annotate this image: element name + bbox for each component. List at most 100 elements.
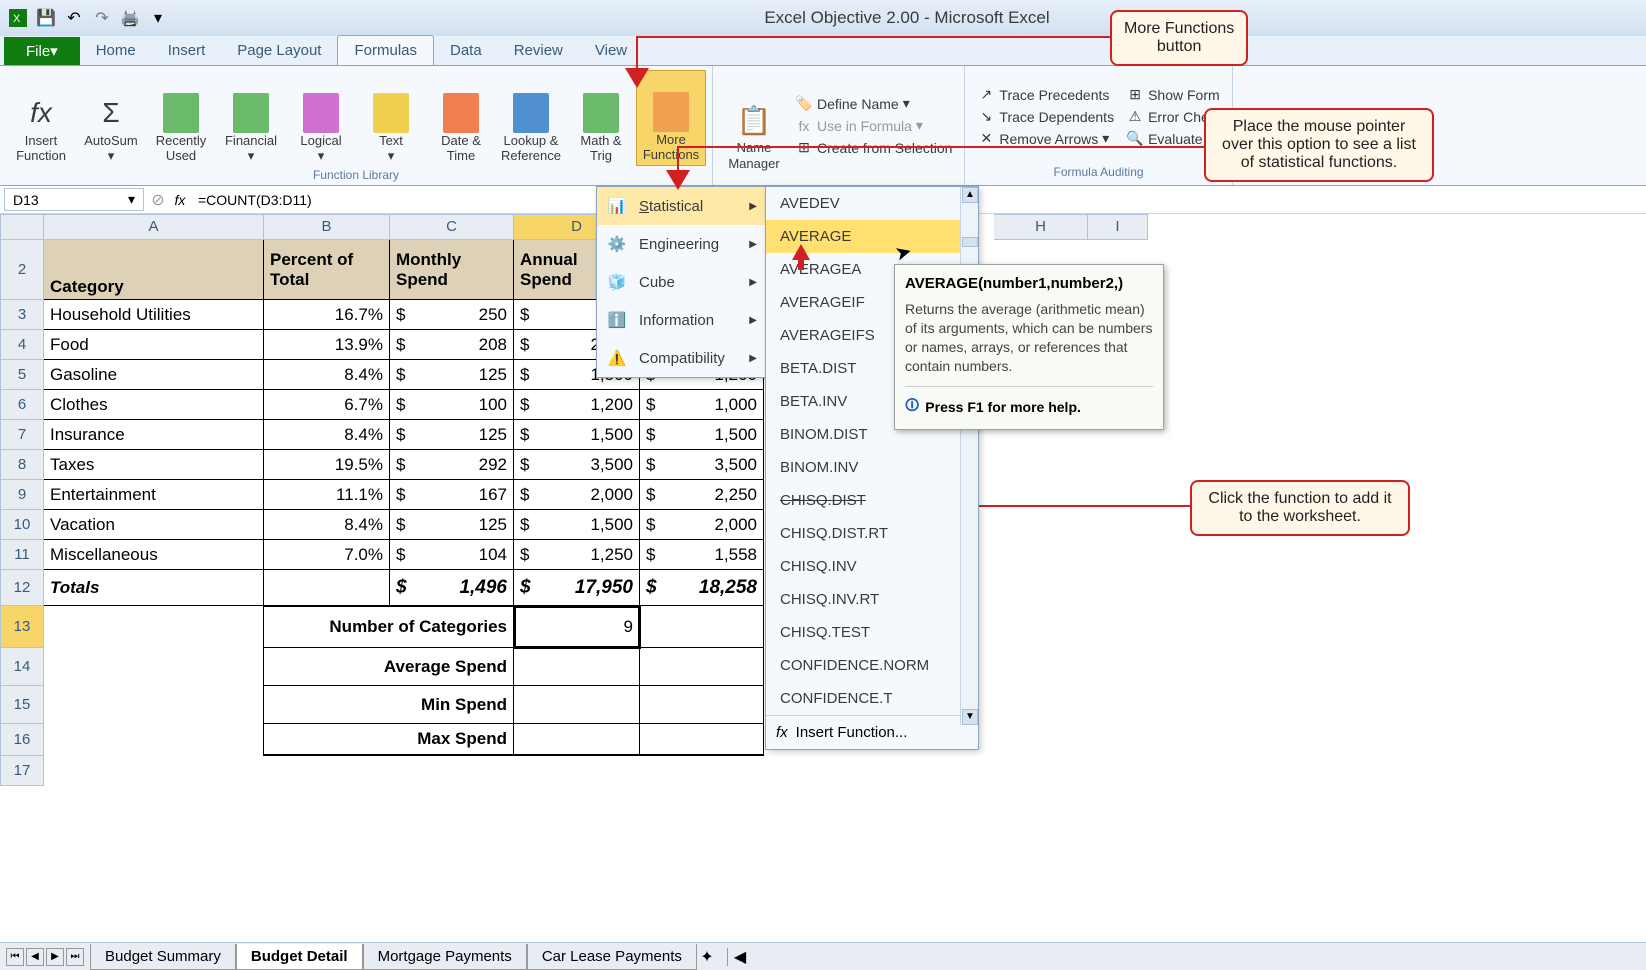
remove-arrows-button[interactable]: ✕Remove Arrows ▾ [977, 130, 1114, 148]
cell[interactable]: 3,500 [514, 450, 640, 480]
stat-fn-chisq-test[interactable]: CHISQ.TEST [766, 616, 978, 649]
row-header-15[interactable]: 15 [0, 686, 44, 724]
row-header-10[interactable]: 10 [0, 510, 44, 540]
tab-review[interactable]: Review [498, 36, 579, 65]
col-header-b[interactable]: B [264, 214, 390, 240]
cell[interactable]: Average Spend [264, 648, 514, 686]
stat-fn-avedev[interactable]: AVEDEV [766, 187, 978, 220]
cell[interactable]: 100 [390, 390, 514, 420]
row-header-7[interactable]: 7 [0, 420, 44, 450]
col-header-a[interactable]: A [44, 214, 264, 240]
stat-fn-chisq-dist-rt[interactable]: CHISQ.DIST.RT [766, 517, 978, 550]
cell[interactable] [640, 648, 764, 686]
cell[interactable]: 11.1% [264, 480, 390, 510]
cell[interactable]: 292 [390, 450, 514, 480]
cell[interactable]: Taxes [44, 450, 264, 480]
row-header-4[interactable]: 4 [0, 330, 44, 360]
cell[interactable]: 208 [390, 330, 514, 360]
cell[interactable]: 1,500 [514, 420, 640, 450]
row-header-5[interactable]: 5 [0, 360, 44, 390]
cell[interactable]: 125 [390, 510, 514, 540]
fx-button[interactable]: fx [168, 192, 192, 208]
date-time-button[interactable]: Date & Time [426, 70, 496, 166]
sheet-tab-detail[interactable]: Budget Detail [236, 944, 363, 970]
cell[interactable] [640, 724, 764, 756]
show-formulas-button[interactable]: ⊞Show Form [1126, 86, 1220, 104]
row-header-2[interactable]: 2 [0, 240, 44, 300]
scroll-thumb[interactable] [962, 237, 978, 247]
cell[interactable]: 1,500 [514, 510, 640, 540]
cell[interactable]: Miscellaneous [44, 540, 264, 570]
cell[interactable]: 2,000 [640, 510, 764, 540]
cell[interactable]: 2,000 [514, 480, 640, 510]
col-header-h[interactable]: H [994, 214, 1088, 240]
row-header-8[interactable]: 8 [0, 450, 44, 480]
stat-fn-chisq-dist[interactable]: CHISQ.DIST [766, 484, 978, 517]
cell[interactable]: 7.0% [264, 540, 390, 570]
sheet-nav[interactable]: ⏮◀▶⏭ [0, 948, 90, 966]
row-header-6[interactable]: 6 [0, 390, 44, 420]
cell[interactable]: 8.4% [264, 360, 390, 390]
cell[interactable] [264, 570, 390, 606]
insert-function-button[interactable]: fxInsert Function [6, 70, 76, 166]
cell[interactable]: 3,500 [640, 450, 764, 480]
cell[interactable]: Totals [44, 570, 264, 606]
recently-used-button[interactable]: Recently Used [146, 70, 216, 166]
menu-compatibility[interactable]: ⚠️Compatibility▶ [597, 339, 765, 377]
cell[interactable]: Monthly Spend [390, 240, 514, 300]
tab-home[interactable]: Home [80, 36, 152, 65]
row-header-11[interactable]: 11 [0, 540, 44, 570]
cell[interactable]: 1,250 [514, 540, 640, 570]
name-box[interactable]: D13▾ [4, 188, 144, 211]
new-sheet-icon[interactable]: ✦ [697, 947, 717, 967]
stat-fn-chisq-inv[interactable]: CHISQ.INV [766, 550, 978, 583]
cell[interactable]: Min Spend [264, 686, 514, 724]
scroll-down-icon[interactable]: ▼ [962, 709, 978, 725]
cell[interactable]: 125 [390, 360, 514, 390]
cell[interactable]: 104 [390, 540, 514, 570]
define-name-button[interactable]: 🏷️Define Name ▾ [795, 95, 952, 113]
scroll-up-icon[interactable]: ▲ [962, 187, 978, 203]
trace-dependents-button[interactable]: ↘Trace Dependents [977, 108, 1114, 126]
menu-engineering[interactable]: ⚙️Engineering▶ [597, 225, 765, 263]
financial-button[interactable]: Financial ▾ [216, 70, 286, 166]
row-header-16[interactable]: 16 [0, 724, 44, 756]
insert-function-item[interactable]: fxInsert Function... [766, 715, 978, 749]
cell[interactable]: Clothes [44, 390, 264, 420]
stat-fn-chisq-inv-rt[interactable]: CHISQ.INV.RT [766, 583, 978, 616]
row-header-17[interactable]: 17 [0, 756, 44, 786]
qat-customize-icon[interactable]: ▾ [147, 7, 169, 29]
cell[interactable]: Category [44, 240, 264, 300]
cell[interactable]: Vacation [44, 510, 264, 540]
cell[interactable]: 167 [390, 480, 514, 510]
stat-fn-binom-inv[interactable]: BINOM.INV [766, 451, 978, 484]
cell[interactable]: Max Spend [264, 724, 514, 756]
col-header-c[interactable]: C [390, 214, 514, 240]
cell[interactable]: 16.7% [264, 300, 390, 330]
lookup-button[interactable]: Lookup & Reference [496, 70, 566, 166]
tab-view[interactable]: View [579, 36, 643, 65]
cell[interactable]: 6.7% [264, 390, 390, 420]
cell[interactable] [640, 686, 764, 724]
tab-data[interactable]: Data [434, 36, 498, 65]
cell[interactable] [514, 724, 640, 756]
tab-page-layout[interactable]: Page Layout [221, 36, 337, 65]
cell[interactable]: Number of Categories [264, 606, 514, 648]
cell[interactable]: Household Utilities [44, 300, 264, 330]
stat-fn-confidence-t[interactable]: CONFIDENCE.T [766, 682, 978, 715]
row-header-12[interactable]: 12 [0, 570, 44, 606]
redo-icon[interactable]: ↷ [91, 7, 113, 29]
cell[interactable]: Gasoline [44, 360, 264, 390]
tab-insert[interactable]: Insert [152, 36, 222, 65]
name-manager-button[interactable]: 📋Name Manager [719, 78, 789, 174]
menu-information[interactable]: ℹ️Information▶ [597, 301, 765, 339]
cell[interactable]: 1,496 [390, 570, 514, 606]
cell[interactable]: 1,500 [640, 420, 764, 450]
cell[interactable]: 8.4% [264, 510, 390, 540]
cell[interactable]: 1,200 [514, 390, 640, 420]
row-header-14[interactable]: 14 [0, 648, 44, 686]
cell[interactable]: 2,250 [640, 480, 764, 510]
cell[interactable]: 8.4% [264, 420, 390, 450]
row-header-9[interactable]: 9 [0, 480, 44, 510]
trace-precedents-button[interactable]: ↗Trace Precedents [977, 86, 1114, 104]
